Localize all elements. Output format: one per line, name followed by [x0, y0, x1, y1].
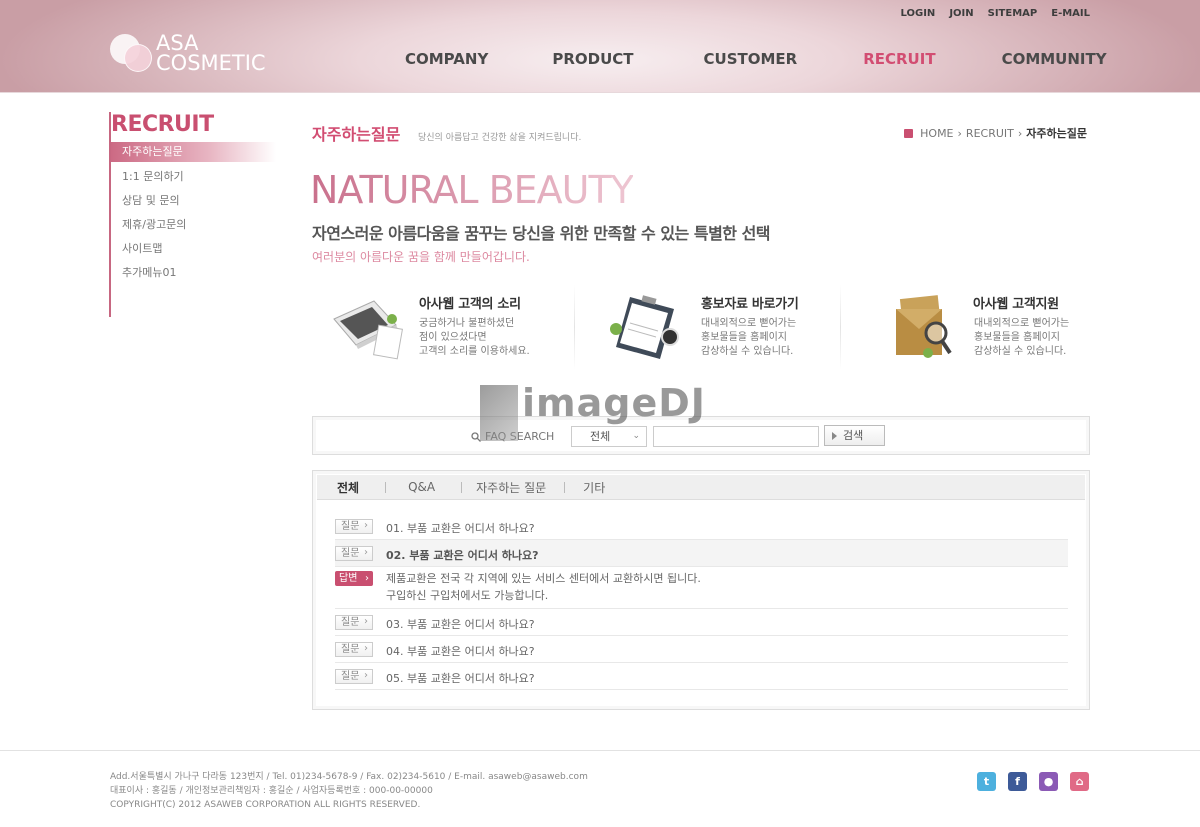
sidebar-title: RECRUIT [111, 112, 214, 137]
sidebar-item-extra[interactable]: 추가메뉴01 [111, 262, 276, 286]
site-header: ASA COSMETIC LOGIN JOIN SITEMAP E-MAIL C… [0, 0, 1200, 93]
question-badge: 질문 [335, 669, 373, 684]
sidebar: RECRUIT 자주하는질문 1:1 문의하기 상담 및 문의 제휴/광고문의 … [109, 112, 279, 317]
card-title: 홍보자료 바로가기 [701, 297, 799, 312]
nav-product[interactable]: PRODUCT [552, 50, 633, 68]
nav-company[interactable]: COMPANY [405, 50, 488, 68]
search-button-label: 검색 [843, 429, 864, 442]
logo-circle-icon [124, 44, 152, 72]
list-item-open[interactable]: 질문 02. 부품 교환은 어디서 하나요? [335, 540, 1068, 567]
divider [461, 481, 463, 493]
question-text[interactable]: 05. 부품 교환은 어디서 하나요? [386, 670, 535, 686]
nav-customer[interactable]: CUSTOMER [704, 50, 798, 68]
logo[interactable]: ASA COSMETIC [110, 32, 280, 76]
answer-text: 제품교환은 전국 각 지역에 있는 서비스 센터에서 교환하시면 됩니다. 구입… [386, 572, 701, 602]
home-icon [904, 128, 914, 138]
facebook-icon[interactable]: f [1008, 772, 1027, 791]
social-links: t f ● ⌂ [977, 772, 1089, 791]
clipboard-icon [610, 295, 679, 359]
tab-etc[interactable]: 기타 [583, 479, 605, 496]
breadcrumb-current: 자주하는질문 [1026, 127, 1087, 140]
divider [564, 481, 566, 493]
nav-community[interactable]: COMMUNITY [1002, 50, 1107, 68]
footer-divider [0, 750, 1200, 751]
question-text[interactable]: 04. 부품 교환은 어디서 하나요? [386, 643, 535, 659]
card-support[interactable]: 아사웹 고객지원 대내외적으로 뻗어가는 홍보물들을 홈페이지 감상하실 수 있… [864, 285, 1119, 370]
answer-badge: 답변 [335, 571, 373, 586]
card-text: 궁금하거나 불편하셨던 점이 있으셨다면 고객의 소리를 이용하세요. [419, 318, 530, 357]
sidebar-item-consult[interactable]: 상담 및 문의 [111, 190, 276, 214]
tab-qna[interactable]: Q&A [408, 480, 435, 494]
home-icon[interactable]: ⌂ [1070, 772, 1089, 791]
question-text[interactable]: 03. 부품 교환은 어디서 하나요? [386, 616, 535, 632]
search-category-select[interactable]: 전체 ⌄ [571, 426, 647, 447]
search-input[interactable] [653, 426, 819, 447]
search-button[interactable]: 검색 [824, 425, 885, 446]
breadcrumb-home[interactable]: HOME [920, 127, 953, 140]
card-promotion[interactable]: 홍보자료 바로가기 대내외적으로 뻗어가는 홍보물들을 홈페이지 감상하실 수 … [594, 285, 849, 370]
watermark-logo-icon [480, 385, 518, 441]
login-link[interactable]: LOGIN [900, 8, 935, 19]
laptop-icon [333, 300, 404, 360]
card-customer-voice[interactable]: 아사웹 고객의 소리 궁금하거나 불편하셨던 점이 있으셨다면 고객의 소리를 … [312, 285, 567, 370]
question-text[interactable]: 01. 부품 교환은 어디서 하나요? [386, 520, 535, 536]
logo-text: COSMETIC [156, 51, 266, 75]
card-title: 아사웹 고객지원 [973, 297, 1059, 312]
question-badge: 질문 [335, 615, 373, 630]
footer-copyright: COPYRIGHT(C) 2012 ASAWEB CORPORATION ALL… [110, 800, 421, 810]
service-cards: 아사웹 고객의 소리 궁금하거나 불편하셨던 점이 있으셨다면 고객의 소리를 … [312, 285, 1090, 375]
nav-recruit[interactable]: RECRUIT [863, 50, 935, 68]
footer-company-info: 대표이사 : 홍길동 / 개인정보관리책임자 : 홍길순 / 사업자등록번호 :… [110, 786, 433, 796]
footer-address: Add.서울특별시 가나구 다라동 123번지 / Tel. 01)234-56… [110, 772, 588, 782]
watermark: imageDJ [522, 381, 706, 425]
breadcrumb: HOME › RECRUIT › 자주하는질문 [904, 125, 1087, 141]
tab-all[interactable]: 전체 [337, 479, 359, 496]
arrow-right-icon [832, 432, 837, 440]
hero-tagline: 여러분의 아름다운 꿈을 함께 만들어갑니다. [312, 250, 530, 264]
card-title: 아사웹 고객의 소리 [419, 297, 521, 312]
sidebar-item-sitemap[interactable]: 사이트맵 [111, 238, 276, 262]
envelope-magnifier-icon [896, 295, 952, 358]
sidebar-item-partnership[interactable]: 제휴/광고문의 [111, 214, 276, 238]
twitter-icon[interactable]: t [977, 772, 996, 791]
hero-subtitle: 자연스러운 아름다움을 꿈꾸는 당신을 위한 만족할 수 있는 특별한 선택 [312, 224, 771, 243]
faq-board: 전체 Q&A 자주하는 질문 기타 질문 01. 부품 교환은 어디서 하나요?… [312, 470, 1090, 710]
card-text: 대내외적으로 뻗어가는 홍보물들을 홈페이지 감상하실 수 있습니다. [701, 318, 797, 357]
question-text[interactable]: 02. 부품 교환은 어디서 하나요? [386, 547, 539, 563]
select-value: 전체 [590, 430, 611, 443]
main-nav: COMPANY PRODUCT CUSTOMER RECRUIT COMMUNI… [405, 50, 1107, 68]
question-badge: 질문 [335, 519, 373, 534]
blog-icon[interactable]: ● [1039, 772, 1058, 791]
chevron-right-icon: › [1017, 126, 1023, 140]
email-link[interactable]: E-MAIL [1051, 8, 1090, 19]
page-title: 자주하는질문 [312, 125, 401, 144]
divider [574, 285, 575, 370]
question-badge: 질문 [335, 642, 373, 657]
list-item[interactable]: 질문 04. 부품 교환은 어디서 하나요? [335, 636, 1068, 663]
hero-title: NATURAL BEAUTY [310, 168, 634, 212]
sitemap-link[interactable]: SITEMAP [988, 8, 1038, 19]
faq-tabs: 전체 Q&A 자주하는 질문 기타 [317, 475, 1085, 500]
question-badge: 질문 [335, 546, 373, 561]
page-description: 당신의 아름답고 건강한 삶을 지켜드립니다. [418, 133, 582, 143]
list-item[interactable]: 질문 01. 부품 교환은 어디서 하나요? [335, 513, 1068, 540]
card-text: 대내외적으로 뻗어가는 홍보물들을 홈페이지 감상하실 수 있습니다. [974, 318, 1070, 357]
list-item[interactable]: 질문 03. 부품 교환은 어디서 하나요? [335, 609, 1068, 636]
utility-menu: LOGIN JOIN SITEMAP E-MAIL [900, 8, 1090, 19]
sidebar-item-inquiry[interactable]: 1:1 문의하기 [111, 166, 276, 190]
footer: Add.서울특별시 가나구 다라동 123번지 / Tel. 01)234-56… [110, 770, 588, 812]
breadcrumb-recruit[interactable]: RECRUIT [966, 127, 1014, 140]
tab-faq[interactable]: 자주하는 질문 [476, 479, 546, 496]
sidebar-item-faq[interactable]: 자주하는질문 [111, 142, 276, 162]
join-link[interactable]: JOIN [949, 8, 973, 19]
divider [840, 285, 841, 370]
chevron-right-icon: › [957, 126, 962, 140]
list-item[interactable]: 질문 05. 부품 교환은 어디서 하나요? [335, 663, 1068, 690]
chevron-down-icon: ⌄ [632, 431, 640, 441]
answer-row: 답변 제품교환은 전국 각 지역에 있는 서비스 센터에서 교환하시면 됩니다.… [335, 567, 1068, 609]
faq-list: 질문 01. 부품 교환은 어디서 하나요? 질문 02. 부품 교환은 어디서… [335, 513, 1068, 690]
divider [385, 481, 387, 493]
